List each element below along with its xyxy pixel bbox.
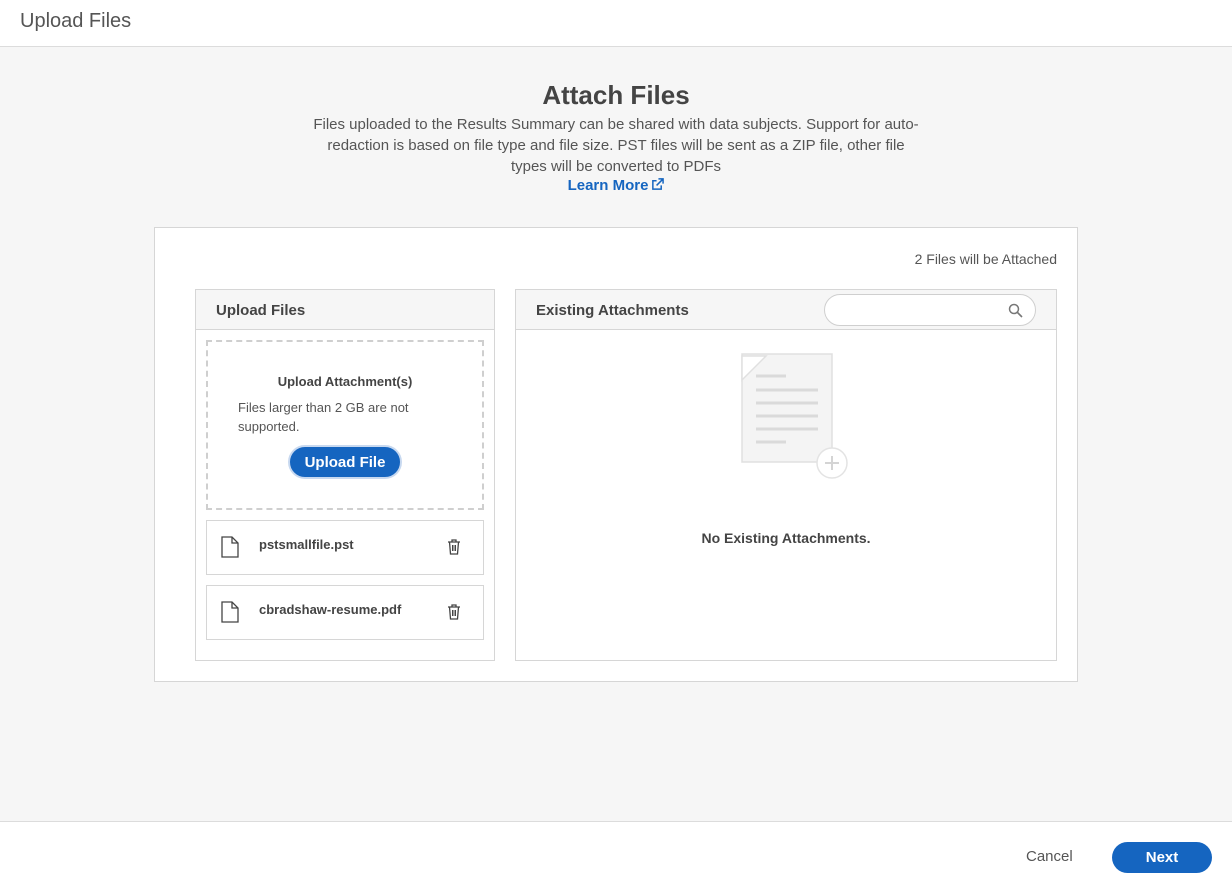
dropzone-size-note: Files larger than 2 GB are not supported… — [238, 400, 409, 434]
upload-panel-header: Upload Files — [196, 290, 494, 330]
existing-panel-title: Existing Attachments — [536, 302, 689, 319]
file-item: pstsmallfile.pst — [206, 520, 484, 575]
search-icon[interactable] — [1008, 303, 1023, 318]
trash-icon[interactable] — [447, 539, 461, 555]
existing-attachments-panel: Existing Attachments No Existing Attachm… — [515, 289, 1057, 661]
file-icon — [221, 536, 239, 558]
trash-icon[interactable] — [447, 604, 461, 620]
attach-files-heading: Attach Files — [542, 80, 690, 110]
upload-panel-title: Upload Files — [216, 302, 306, 319]
empty-document-illustration — [741, 353, 848, 479]
search-box — [824, 294, 1036, 326]
learn-more-label: Learn More — [567, 177, 649, 194]
upload-files-panel: Upload Files Upload Attachment(s) Files … — [195, 289, 495, 661]
upload-file-button[interactable]: Upload File — [288, 445, 402, 479]
file-item: cbradshaw-resume.pdf — [206, 585, 484, 640]
file-name: pstsmallfile.pst — [259, 537, 354, 552]
attachments-card: 2 Files will be Attached Upload Files Up… — [154, 227, 1078, 682]
next-button[interactable]: Next — [1112, 842, 1212, 873]
empty-state-message: No Existing Attachments. — [701, 530, 871, 546]
attach-files-description: Files uploaded to the Results Summary ca… — [313, 116, 919, 175]
file-name: cbradshaw-resume.pdf — [259, 602, 402, 617]
existing-panel-header: Existing Attachments — [516, 290, 1056, 330]
dropzone-title: Upload Attachment(s) — [277, 374, 413, 389]
file-icon — [221, 601, 239, 623]
external-link-icon — [652, 178, 665, 190]
footer-bar: Cancel Next — [0, 821, 1232, 891]
upload-dropzone[interactable]: Upload Attachment(s) Files larger than 2… — [206, 340, 484, 510]
cancel-button[interactable]: Cancel — [1026, 848, 1073, 865]
top-bar: Upload Files — [0, 0, 1232, 47]
learn-more-link[interactable]: Learn More — [0, 177, 1232, 194]
files-count: 2 Files will be Attached — [914, 251, 1057, 267]
search-input[interactable] — [837, 301, 997, 319]
page-title: Upload Files — [20, 10, 132, 32]
